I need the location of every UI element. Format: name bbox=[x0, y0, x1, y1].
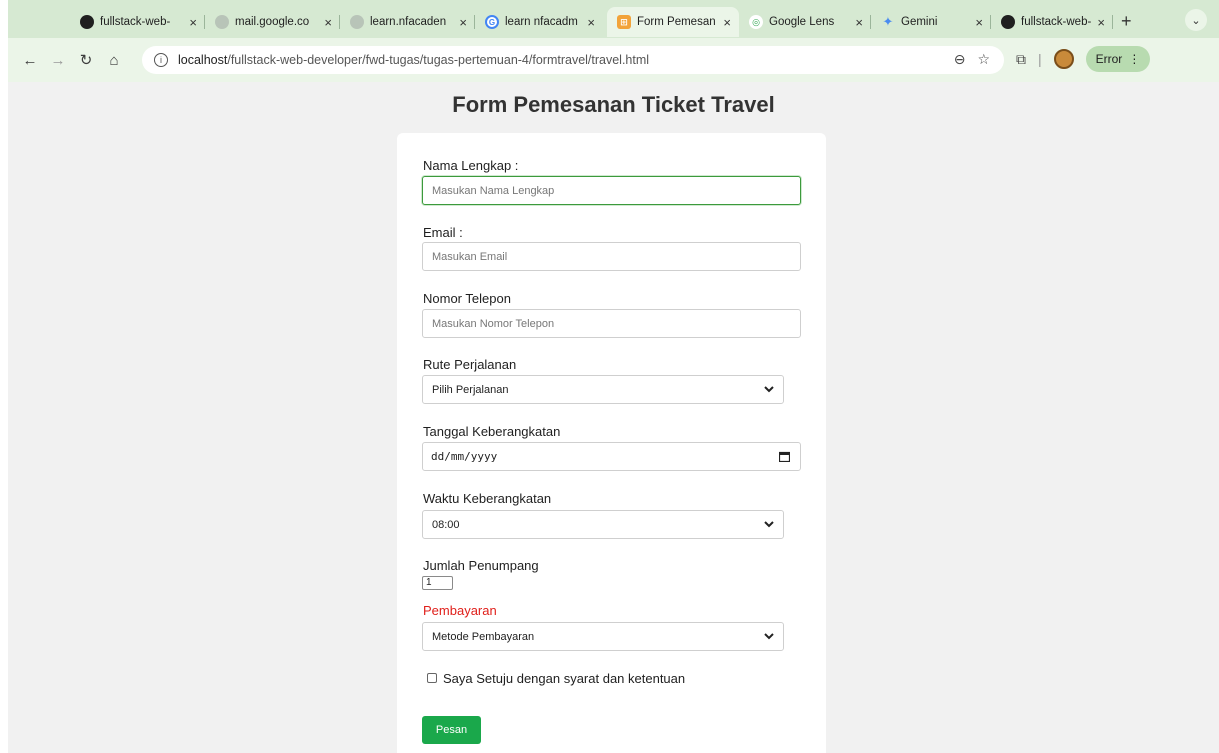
tab-title: Gemini bbox=[901, 16, 938, 28]
calendar-icon[interactable] bbox=[779, 451, 790, 462]
forward-arrow-icon[interactable]: → bbox=[44, 52, 72, 69]
tab-3[interactable]: learn.nfacaden × bbox=[340, 7, 475, 37]
form-card: Nama Lengkap : Masukan Nama Lengkap Emai… bbox=[397, 133, 826, 753]
telepon-placeholder: Masukan Nomor Telepon bbox=[432, 317, 555, 330]
telepon-input[interactable]: Masukan Nomor Telepon bbox=[422, 309, 801, 338]
tab-2[interactable]: mail.google.co × bbox=[205, 7, 340, 37]
profile-avatar-icon[interactable] bbox=[1053, 49, 1074, 69]
error-label: Error bbox=[1095, 52, 1123, 66]
telepon-label: Nomor Telepon bbox=[423, 291, 511, 306]
pembayaran-select[interactable]: Metode Pembayaran bbox=[422, 622, 784, 651]
setuju-checkbox[interactable] bbox=[427, 673, 437, 683]
rute-label: Rute Perjalanan bbox=[423, 357, 517, 372]
email-placeholder: Masukan Email bbox=[432, 250, 508, 263]
github-icon bbox=[1001, 15, 1015, 29]
github-icon bbox=[80, 15, 94, 29]
tanggal-value: dd/mm/yyyy bbox=[431, 450, 498, 463]
browser-toolbar: ← → ↻ ⌂ i localhost/fullstack-web-develo… bbox=[8, 38, 1219, 82]
home-icon[interactable]: ⌂ bbox=[100, 52, 128, 69]
chevron-down-icon bbox=[764, 521, 774, 528]
url-host: localhost bbox=[178, 53, 228, 67]
new-tab-plus-icon[interactable]: + bbox=[1121, 11, 1132, 32]
tab-title: fullstack-web- bbox=[1021, 16, 1092, 28]
lens-icon: ◎ bbox=[749, 15, 763, 29]
extensions-icon[interactable]: ⧉ bbox=[1016, 51, 1026, 68]
tanggal-label: Tanggal Keberangkatan bbox=[423, 424, 561, 439]
close-icon[interactable]: × bbox=[324, 15, 332, 30]
back-arrow-icon[interactable]: ← bbox=[16, 52, 44, 69]
close-icon[interactable]: × bbox=[587, 15, 595, 30]
screen: fullstack-web- × mail.google.co × learn.… bbox=[0, 0, 1219, 753]
reload-icon[interactable]: ↻ bbox=[72, 51, 100, 69]
tab-7[interactable]: ✦ Gemini × bbox=[871, 7, 991, 37]
close-icon[interactable]: × bbox=[855, 15, 863, 30]
chevron-down-icon bbox=[764, 633, 774, 640]
nama-label: Nama Lengkap : bbox=[423, 158, 519, 173]
jumlah-label: Jumlah Penumpang bbox=[423, 558, 539, 573]
pembayaran-selected-value: Metode Pembayaran bbox=[432, 630, 535, 643]
url-path: /fullstack-web-developer/fwd-tugas/tugas… bbox=[227, 53, 650, 67]
tab-title: Google Lens bbox=[769, 16, 835, 28]
tab-8[interactable]: fullstack-web- × bbox=[991, 7, 1113, 37]
setuju-label: Saya Setuju dengan syarat dan ketentuan bbox=[443, 671, 686, 686]
pesan-submit-button[interactable]: Pesan bbox=[422, 716, 481, 744]
close-icon[interactable]: × bbox=[975, 15, 983, 30]
tab-title: learn.nfacaden bbox=[370, 16, 447, 28]
nama-placeholder: Masukan Nama Lengkap bbox=[432, 184, 555, 197]
waktu-selected-value: 08:00 bbox=[432, 518, 460, 531]
page-viewport: Form Pemesanan Ticket Travel Nama Lengka… bbox=[8, 82, 1219, 753]
email-label: Email : bbox=[423, 225, 463, 240]
globe-icon bbox=[350, 15, 364, 29]
waktu-select[interactable]: 08:00 bbox=[422, 510, 784, 539]
kebab-menu-icon[interactable]: ⋮ bbox=[1128, 52, 1140, 66]
nama-input[interactable]: Masukan Nama Lengkap bbox=[422, 176, 801, 205]
tab-5-active[interactable]: ⊞ Form Pemesan × bbox=[607, 7, 739, 37]
close-icon[interactable]: × bbox=[459, 15, 467, 30]
tab-1[interactable]: fullstack-web- × bbox=[70, 7, 205, 37]
globe-icon bbox=[215, 15, 229, 29]
page-title: Form Pemesanan Ticket Travel bbox=[452, 92, 775, 117]
gemini-icon: ✦ bbox=[882, 14, 894, 29]
tanggal-date-input[interactable]: dd/mm/yyyy bbox=[422, 442, 801, 471]
tab-strip: fullstack-web- × mail.google.co × learn.… bbox=[8, 0, 1219, 38]
waktu-label: Waktu Keberangkatan bbox=[423, 491, 552, 506]
tab-4[interactable]: G learn nfacadm × bbox=[475, 7, 603, 37]
rute-select[interactable]: Pilih Perjalanan bbox=[422, 375, 784, 404]
close-icon[interactable]: × bbox=[723, 15, 731, 30]
rute-selected-value: Pilih Perjalanan bbox=[432, 383, 509, 396]
tab-title: learn nfacadm bbox=[505, 16, 578, 28]
tab-search-chevron-icon[interactable]: ⌄ bbox=[1185, 9, 1207, 31]
tab-6[interactable]: ◎ Google Lens × bbox=[739, 7, 871, 37]
zoom-icon[interactable]: ⊖ bbox=[954, 51, 966, 68]
error-button[interactable]: Error ⋮ bbox=[1085, 46, 1151, 72]
pembayaran-label: Pembayaran bbox=[423, 603, 497, 618]
tab-title: fullstack-web- bbox=[100, 16, 171, 28]
form-icon: ⊞ bbox=[617, 15, 631, 29]
close-icon[interactable]: × bbox=[1097, 15, 1105, 30]
bookmark-star-icon[interactable]: ☆ bbox=[977, 51, 990, 68]
tab-title: mail.google.co bbox=[235, 16, 310, 28]
email-input[interactable]: Masukan Email bbox=[422, 242, 801, 271]
site-info-icon[interactable]: i bbox=[154, 53, 168, 67]
jumlah-number-input[interactable]: 1 bbox=[422, 576, 453, 590]
google-icon: G bbox=[485, 15, 499, 29]
tab-title: Form Pemesan bbox=[637, 16, 716, 28]
address-bar[interactable]: i localhost/fullstack-web-developer/fwd-… bbox=[142, 46, 1004, 74]
close-icon[interactable]: × bbox=[189, 15, 197, 30]
chevron-down-icon bbox=[764, 386, 774, 393]
